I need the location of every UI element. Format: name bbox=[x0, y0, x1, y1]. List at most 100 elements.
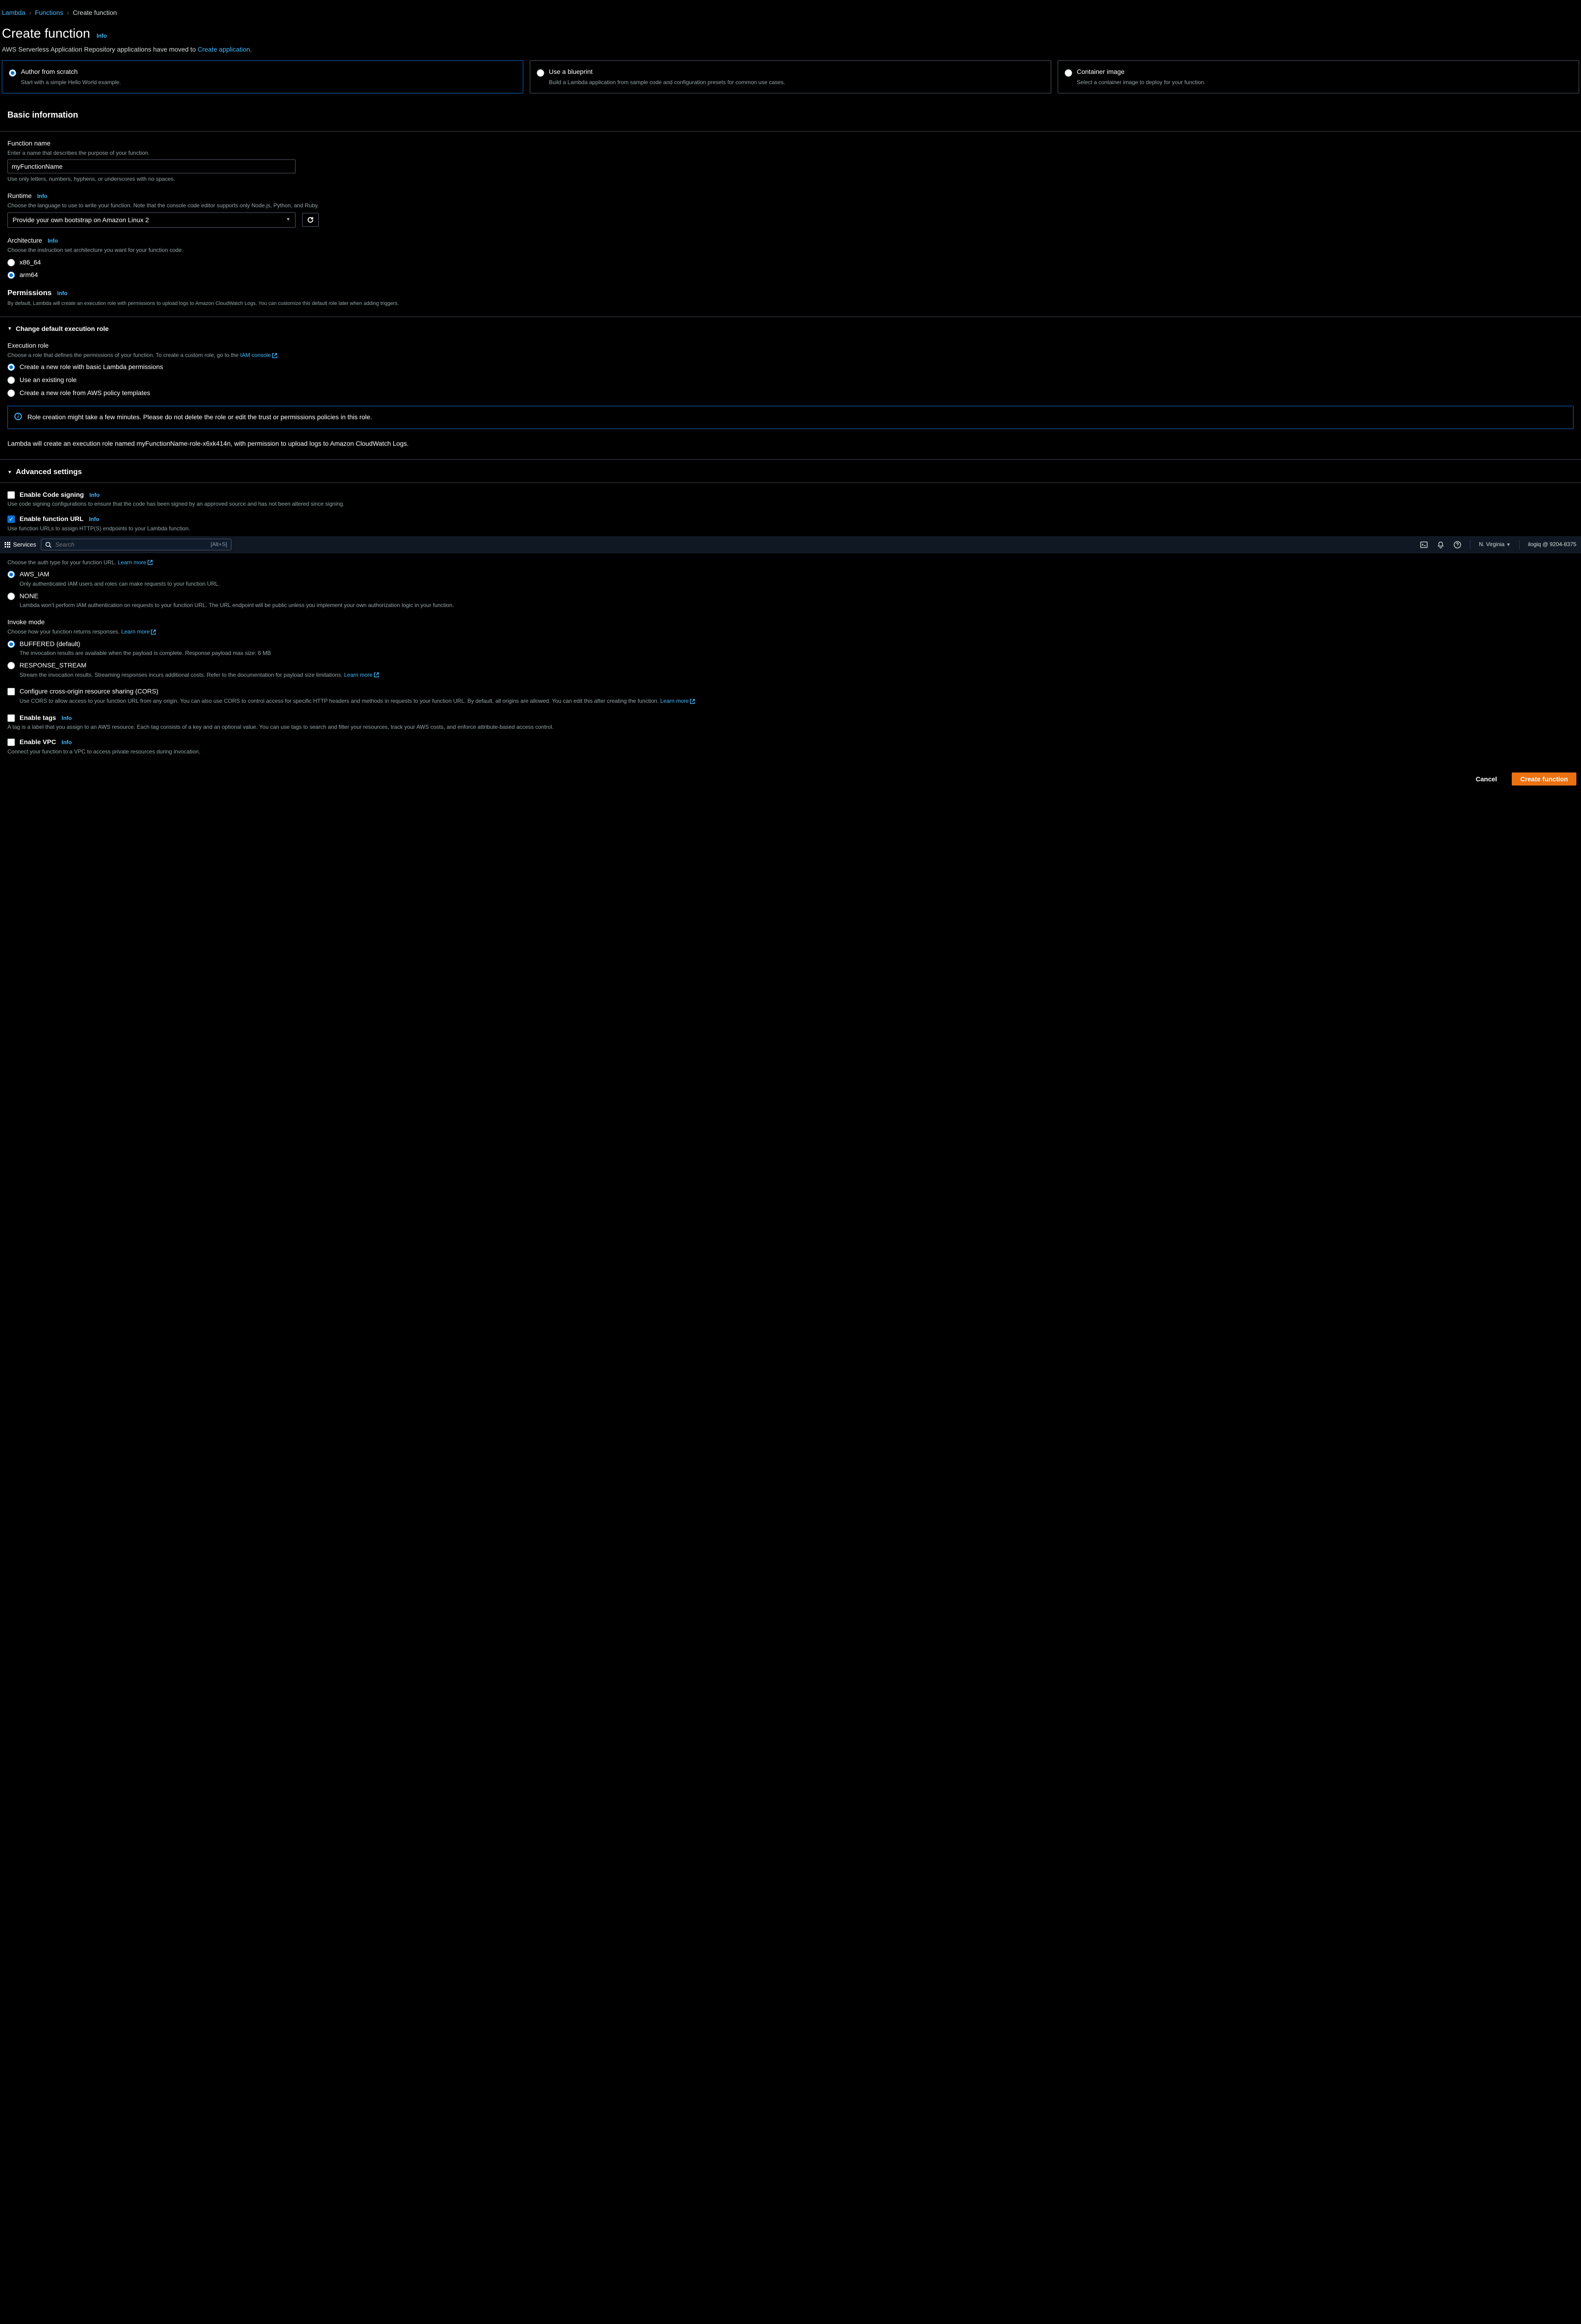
auth-iam-label: AWS_IAM bbox=[20, 570, 220, 579]
card-container-image[interactable]: Container image Select a container image… bbox=[1058, 60, 1579, 93]
tags-info-link[interactable]: Info bbox=[61, 715, 72, 721]
checkbox-enable-vpc[interactable] bbox=[7, 739, 15, 746]
role-creation-alert: i Role creation might take a few minutes… bbox=[7, 406, 1574, 429]
checkbox-configure-cors[interactable] bbox=[7, 688, 15, 695]
runtime-label: Runtime bbox=[7, 192, 32, 199]
function-url-info-link[interactable]: Info bbox=[89, 516, 99, 522]
card-use-blueprint[interactable]: Use a blueprint Build a Lambda applicati… bbox=[530, 60, 1051, 93]
auth-none-label: NONE bbox=[20, 592, 454, 601]
radio-invoke-stream[interactable] bbox=[7, 662, 15, 669]
breadcrumb-lambda[interactable]: Lambda bbox=[2, 8, 26, 18]
services-menu-button[interactable]: Services bbox=[5, 541, 36, 549]
role-summary-text: Lambda will create an execution role nam… bbox=[7, 437, 1574, 452]
footer-actions: Cancel Create function bbox=[0, 763, 1581, 797]
runtime-info-link[interactable]: Info bbox=[37, 193, 47, 199]
region-label: N. Virginia bbox=[1479, 541, 1504, 548]
notifications-button[interactable] bbox=[1436, 541, 1445, 549]
auth-iam-desc: Only authenticated IAM users and roles c… bbox=[20, 580, 220, 588]
vpc-label: Enable VPC bbox=[20, 738, 56, 746]
opt-use-existing-role: Use an existing role bbox=[20, 376, 77, 385]
card-title: Container image bbox=[1077, 67, 1572, 77]
code-signing-info-link[interactable]: Info bbox=[89, 492, 99, 498]
radio-auth-none[interactable] bbox=[7, 593, 15, 600]
function-name-input[interactable] bbox=[7, 159, 296, 173]
card-author-from-scratch[interactable]: Author from scratch Start with a simple … bbox=[2, 60, 523, 93]
checkbox-enable-function-url[interactable] bbox=[7, 515, 15, 523]
invoke-learn-more[interactable]: Learn more bbox=[121, 628, 156, 635]
checkbox-enable-code-signing[interactable] bbox=[7, 491, 15, 499]
refresh-runtimes-button[interactable] bbox=[302, 213, 319, 227]
external-link-icon bbox=[690, 699, 695, 704]
radio-auth-aws-iam[interactable] bbox=[7, 571, 15, 578]
global-nav-bar: Services [Alt+S] N. Virginia ▼ ilogiq @ … bbox=[0, 536, 1581, 553]
account-menu[interactable]: ilogiq @ 9204-8375 bbox=[1528, 541, 1576, 548]
divider bbox=[1519, 540, 1520, 549]
moved-notice: AWS Serverless Application Repository ap… bbox=[0, 45, 1581, 61]
radio-author-from-scratch[interactable] bbox=[9, 69, 16, 77]
radio-x86-64[interactable] bbox=[7, 259, 15, 266]
create-application-link[interactable]: Create application bbox=[198, 46, 250, 53]
invoke-mode-label: Invoke mode bbox=[7, 618, 1574, 627]
advanced-settings-expander[interactable]: ▼ Advanced settings bbox=[0, 459, 1581, 482]
chevron-right-icon: › bbox=[67, 8, 69, 18]
buffered-desc: The invocation results are available whe… bbox=[20, 649, 271, 657]
auth-none-desc: Lambda won't perform IAM authentication … bbox=[20, 601, 454, 609]
radio-invoke-buffered[interactable] bbox=[7, 640, 15, 648]
cancel-button[interactable]: Cancel bbox=[1467, 772, 1505, 786]
moved-suffix: . bbox=[250, 46, 252, 53]
vpc-info-link[interactable]: Info bbox=[61, 739, 72, 746]
permissions-info-link[interactable]: Info bbox=[57, 290, 67, 297]
buffered-label: BUFFERED (default) bbox=[20, 640, 271, 649]
radio-create-from-template[interactable] bbox=[7, 390, 15, 397]
info-icon: i bbox=[14, 413, 22, 420]
runtime-select[interactable]: Provide your own bootstrap on Amazon Lin… bbox=[7, 212, 296, 228]
architecture-info-link[interactable]: Info bbox=[48, 238, 58, 244]
cloudshell-button[interactable] bbox=[1420, 541, 1428, 549]
external-link-icon bbox=[147, 560, 153, 565]
iam-console-link[interactable]: IAM console bbox=[240, 352, 277, 358]
arch-arm-label: arm64 bbox=[20, 271, 38, 280]
external-link-icon bbox=[374, 672, 379, 678]
card-desc: Start with a simple Hello World example. bbox=[21, 79, 516, 86]
help-button[interactable] bbox=[1453, 541, 1462, 549]
breadcrumb-functions[interactable]: Functions bbox=[35, 8, 63, 18]
terminal-icon bbox=[1420, 541, 1428, 548]
stream-desc-text: Stream the invocation results. Streaming… bbox=[20, 672, 344, 678]
search-input[interactable] bbox=[55, 541, 207, 548]
cors-learn-more[interactable]: Learn more bbox=[660, 698, 695, 704]
create-function-button[interactable]: Create function bbox=[1512, 772, 1576, 786]
radio-container-image[interactable] bbox=[1065, 69, 1072, 77]
external-link-icon bbox=[272, 353, 277, 358]
arch-x86-label: x86_64 bbox=[20, 258, 41, 267]
cors-desc: Use CORS to allow access to your functio… bbox=[20, 697, 695, 705]
stream-learn-more[interactable]: Learn more bbox=[344, 672, 379, 678]
cors-desc-text: Use CORS to allow access to your functio… bbox=[20, 698, 660, 704]
code-signing-label: Enable Code signing bbox=[20, 491, 84, 498]
radio-create-new-role[interactable] bbox=[7, 363, 15, 371]
auth-type-learn-more[interactable]: Learn more bbox=[118, 559, 152, 566]
function-url-desc: Use function URLs to assign HTTP(S) endp… bbox=[7, 525, 1574, 533]
card-desc: Select a container image to deploy for y… bbox=[1077, 79, 1572, 86]
search-icon bbox=[45, 541, 52, 548]
creation-type-cards: Author from scratch Start with a simple … bbox=[0, 60, 1581, 101]
exec-desc-prefix: Choose a role that defines the permissio… bbox=[7, 352, 240, 358]
code-signing-desc: Use code signing configurations to ensur… bbox=[7, 500, 1574, 508]
chevron-down-icon: ▼ bbox=[1506, 542, 1511, 548]
expander-label: Change default execution role bbox=[16, 324, 109, 334]
page-info-link[interactable]: Info bbox=[97, 32, 107, 40]
permissions-desc: By default, Lambda will create an execut… bbox=[7, 300, 1574, 307]
permissions-heading: Permissions bbox=[7, 288, 52, 298]
change-execution-role-expander[interactable]: ▼ Change default execution role bbox=[0, 317, 1581, 338]
card-desc: Build a Lambda application from sample c… bbox=[549, 79, 1044, 86]
execution-role-desc: Choose a role that defines the permissio… bbox=[7, 351, 1574, 359]
architecture-label: Architecture bbox=[7, 237, 42, 244]
bell-icon bbox=[1437, 541, 1444, 548]
opt-create-from-template: Create a new role from AWS policy templa… bbox=[20, 389, 150, 398]
card-title: Use a blueprint bbox=[549, 67, 1044, 77]
checkbox-enable-tags[interactable] bbox=[7, 714, 15, 722]
global-search[interactable]: [Alt+S] bbox=[41, 539, 231, 550]
region-selector[interactable]: N. Virginia ▼ bbox=[1479, 541, 1510, 548]
radio-arm64[interactable] bbox=[7, 271, 15, 279]
radio-use-existing-role[interactable] bbox=[7, 376, 15, 384]
radio-use-blueprint[interactable] bbox=[537, 69, 544, 77]
